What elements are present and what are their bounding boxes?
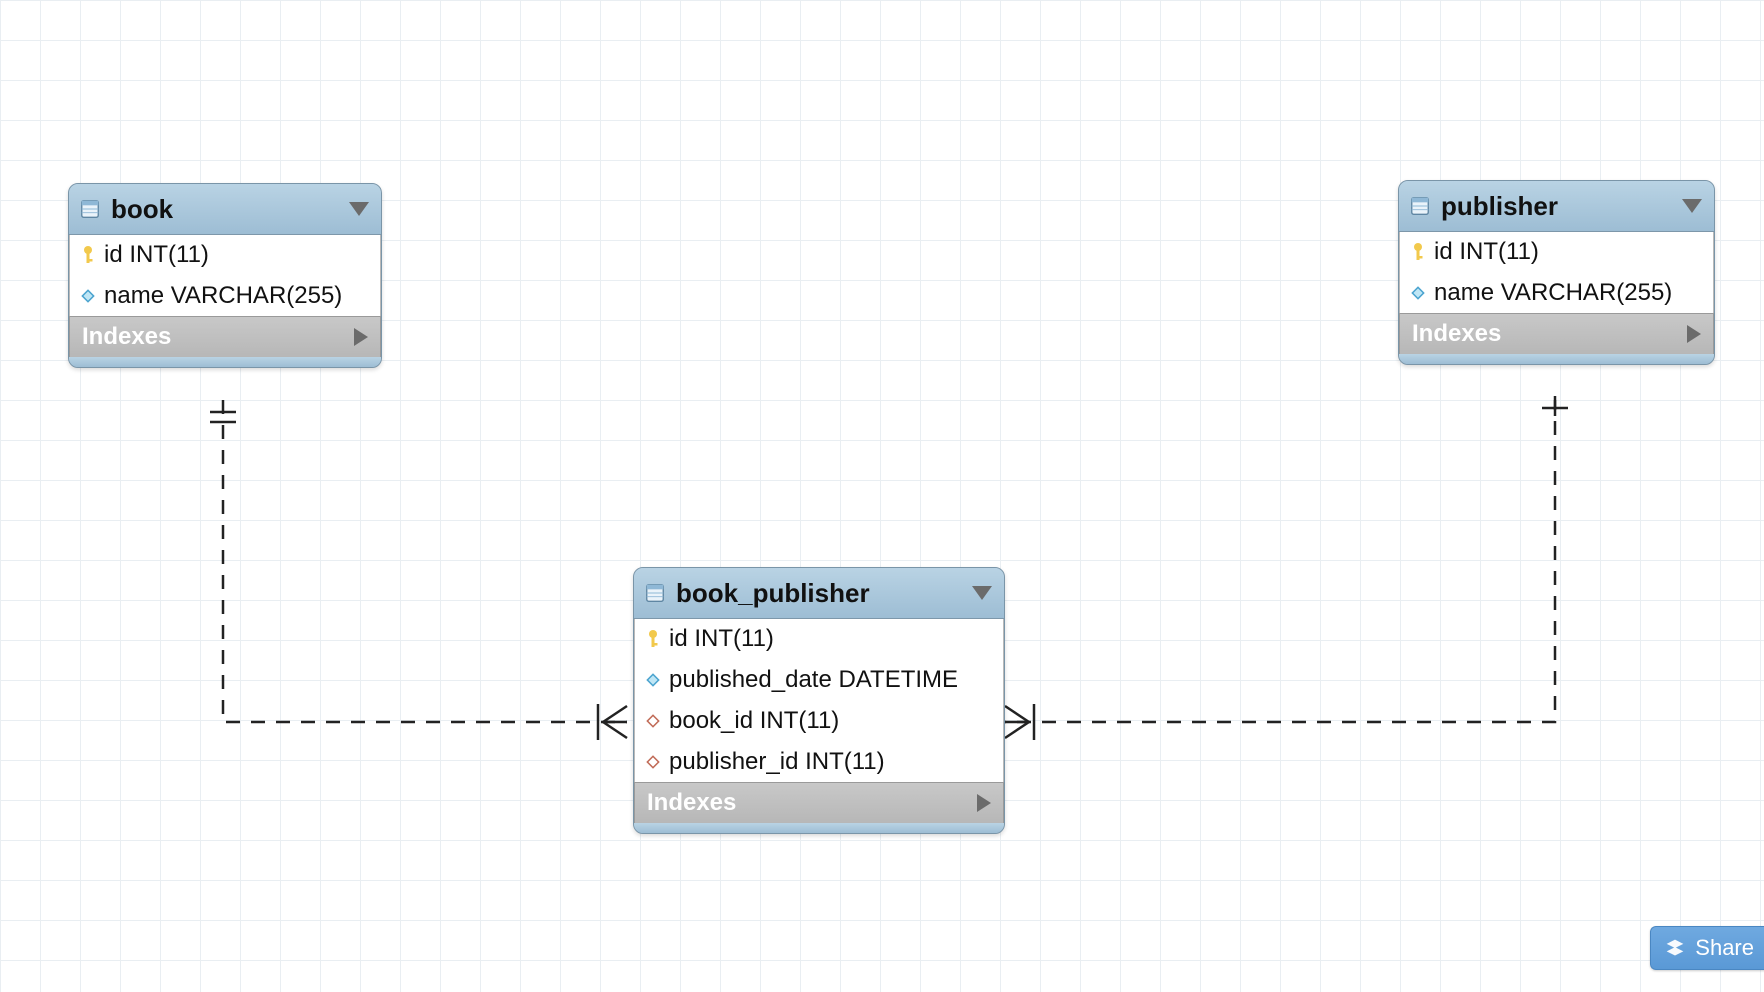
entity-publisher[interactable]: publisher id INT(11) name VARCHAR(255): [1398, 180, 1715, 365]
diamond-icon: [645, 673, 661, 687]
column-row[interactable]: id INT(11): [70, 235, 380, 275]
column-text: id INT(11): [669, 625, 774, 653]
column-row[interactable]: id INT(11): [635, 619, 1003, 659]
entity-title: publisher: [1441, 191, 1672, 222]
share-button[interactable]: Share: [1650, 926, 1764, 970]
column-text: book_id INT(11): [669, 707, 839, 735]
key-icon: [80, 245, 96, 265]
entity-footer-strip: [634, 823, 1004, 833]
entity-footer-strip: [69, 357, 381, 367]
entity-columns: id INT(11) published_date DATETIME book_…: [634, 619, 1004, 782]
chevron-down-icon[interactable]: [349, 202, 369, 216]
table-icon: [79, 198, 101, 220]
entity-footer-strip: [1399, 354, 1714, 364]
table-icon: [644, 582, 666, 604]
chevron-right-icon: [354, 328, 368, 346]
column-row[interactable]: book_id INT(11): [635, 700, 1003, 741]
layers-icon: [1665, 938, 1685, 958]
diamond-icon: [1410, 286, 1426, 300]
column-text: id INT(11): [104, 241, 209, 269]
entity-header[interactable]: book_publisher: [634, 568, 1004, 619]
column-row[interactable]: published_date DATETIME: [635, 659, 1003, 700]
column-text: id INT(11): [1434, 238, 1539, 266]
chevron-down-icon[interactable]: [972, 586, 992, 600]
column-row[interactable]: name VARCHAR(255): [1400, 272, 1713, 313]
entity-title: book: [111, 194, 339, 225]
entity-header[interactable]: publisher: [1399, 181, 1714, 232]
table-icon: [1409, 195, 1431, 217]
entity-book[interactable]: book id INT(11) name VARCHAR(255): [68, 183, 382, 368]
entity-book-publisher[interactable]: book_publisher id INT(11) published_date…: [633, 567, 1005, 834]
column-text: name VARCHAR(255): [104, 282, 342, 310]
entity-header[interactable]: book: [69, 184, 381, 235]
diamond-icon: [80, 289, 96, 303]
column-text: published_date DATETIME: [669, 666, 958, 694]
entity-columns: id INT(11) name VARCHAR(255): [1399, 232, 1714, 313]
column-text: name VARCHAR(255): [1434, 279, 1672, 307]
entity-title: book_publisher: [676, 578, 962, 609]
indexes-label: Indexes: [1412, 320, 1501, 348]
share-label: Share: [1695, 935, 1754, 961]
entity-columns: id INT(11) name VARCHAR(255): [69, 235, 381, 316]
indexes-row[interactable]: Indexes: [69, 316, 381, 357]
column-text: publisher_id INT(11): [669, 748, 885, 776]
indexes-row[interactable]: Indexes: [1399, 313, 1714, 354]
indexes-label: Indexes: [82, 323, 171, 351]
diamond-open-icon: [645, 714, 661, 728]
indexes-label: Indexes: [647, 789, 736, 817]
chevron-right-icon: [977, 794, 991, 812]
column-row[interactable]: id INT(11): [1400, 232, 1713, 272]
key-icon: [1410, 242, 1426, 262]
column-row[interactable]: publisher_id INT(11): [635, 741, 1003, 782]
key-icon: [645, 629, 661, 649]
diamond-open-icon: [645, 755, 661, 769]
column-row[interactable]: name VARCHAR(255): [70, 275, 380, 316]
chevron-right-icon: [1687, 325, 1701, 343]
chevron-down-icon[interactable]: [1682, 199, 1702, 213]
indexes-row[interactable]: Indexes: [634, 782, 1004, 823]
